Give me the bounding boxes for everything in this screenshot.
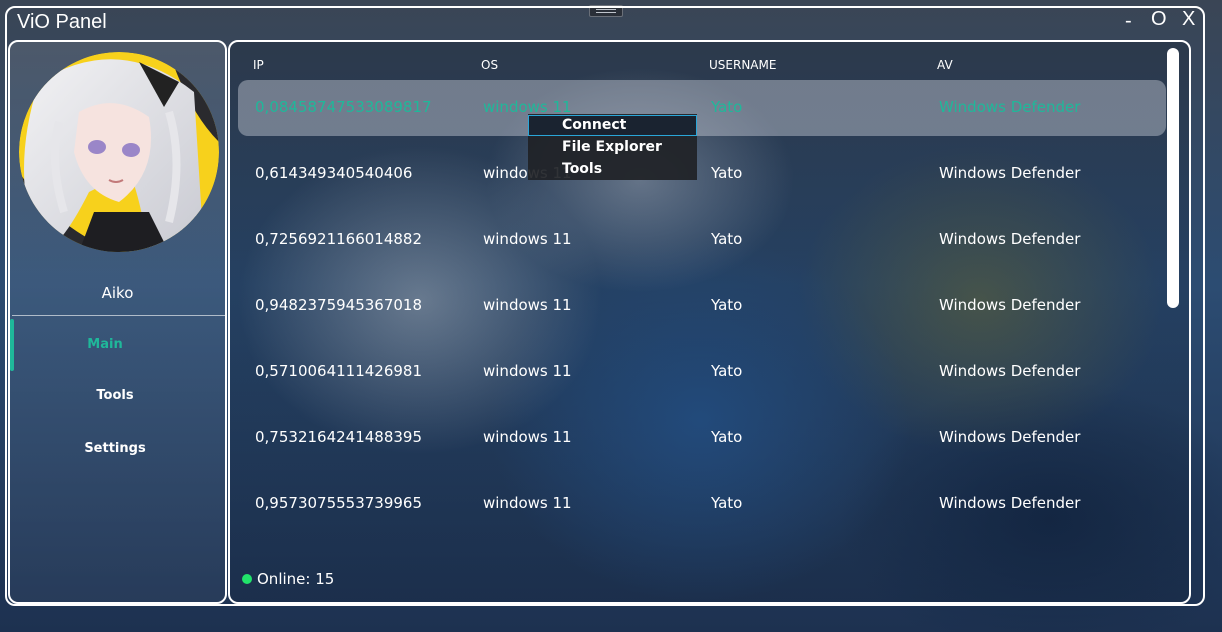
- nav-item-main[interactable]: Main: [10, 319, 220, 371]
- cell-os: windows 11: [483, 362, 572, 380]
- cell-username: Yato: [711, 428, 743, 446]
- avatar: [19, 52, 219, 252]
- cell-os: windows 11: [483, 296, 572, 314]
- nav-item-tools-label: Tools: [96, 387, 134, 403]
- app-title: ViO Panel: [17, 11, 107, 33]
- cell-username: Yato: [711, 98, 743, 116]
- cell-av: Windows Defender: [939, 296, 1081, 314]
- column-header-ip[interactable]: IP: [253, 58, 264, 72]
- cell-os: windows 11: [483, 428, 572, 446]
- cell-av: Windows Defender: [939, 362, 1081, 380]
- user-name: Aiko: [101, 284, 134, 302]
- online-count: Online: 15: [257, 570, 335, 588]
- cell-av: Windows Defender: [939, 230, 1081, 248]
- close-button[interactable]: X: [1182, 8, 1195, 31]
- nav-item-settings-label: Settings: [84, 440, 146, 456]
- cell-username: Yato: [711, 164, 743, 182]
- sidebar: Aiko Main Tools Settings: [8, 40, 227, 604]
- cell-ip: 0,5710064111426981: [255, 362, 423, 380]
- sidebar-divider: [12, 315, 225, 316]
- title-bar[interactable]: ViO Panel - O X: [0, 0, 1222, 40]
- cell-ip: 0,7256921166014882: [255, 230, 423, 248]
- context-menu: Connect File Explorer Tools: [528, 114, 697, 180]
- column-header-av[interactable]: AV: [937, 58, 953, 72]
- cell-av: Windows Defender: [939, 494, 1081, 512]
- cell-username: Yato: [711, 494, 743, 512]
- scrollbar-thumb[interactable]: [1167, 48, 1179, 308]
- cell-av: Windows Defender: [939, 98, 1081, 116]
- clients-panel: IP OS USERNAME AV 0,08458747533089817 wi…: [228, 40, 1191, 604]
- cell-os: windows 11: [483, 230, 572, 248]
- column-header-username[interactable]: USERNAME: [709, 58, 776, 72]
- cell-ip: 0,614349340540406: [255, 164, 413, 182]
- cell-username: Yato: [711, 230, 743, 248]
- context-menu-connect[interactable]: Connect: [528, 115, 697, 136]
- nav-item-main-label: Main: [87, 336, 123, 352]
- context-menu-tools[interactable]: Tools: [528, 159, 697, 180]
- column-header-os[interactable]: OS: [481, 58, 498, 72]
- nav-item-tools[interactable]: Tools: [10, 370, 220, 420]
- drag-handle[interactable]: [589, 5, 623, 17]
- context-menu-file-explorer[interactable]: File Explorer: [528, 137, 697, 158]
- cell-ip: 0,9573075553739965: [255, 494, 423, 512]
- minimize-button[interactable]: -: [1125, 10, 1132, 33]
- nav-item-settings[interactable]: Settings: [10, 423, 220, 473]
- cell-os: windows 11: [483, 494, 572, 512]
- cell-username: Yato: [711, 296, 743, 314]
- cell-ip: 0,9482375945367018: [255, 296, 423, 314]
- cell-username: Yato: [711, 362, 743, 380]
- maximize-button[interactable]: O: [1151, 8, 1167, 31]
- cell-ip: 0,7532164241488395: [255, 428, 423, 446]
- online-status: Online: 15: [242, 570, 334, 588]
- online-dot-icon: [242, 574, 252, 584]
- cell-ip: 0,08458747533089817: [255, 98, 432, 116]
- avatar-image: [19, 52, 219, 252]
- cell-av: Windows Defender: [939, 164, 1081, 182]
- cell-av: Windows Defender: [939, 428, 1081, 446]
